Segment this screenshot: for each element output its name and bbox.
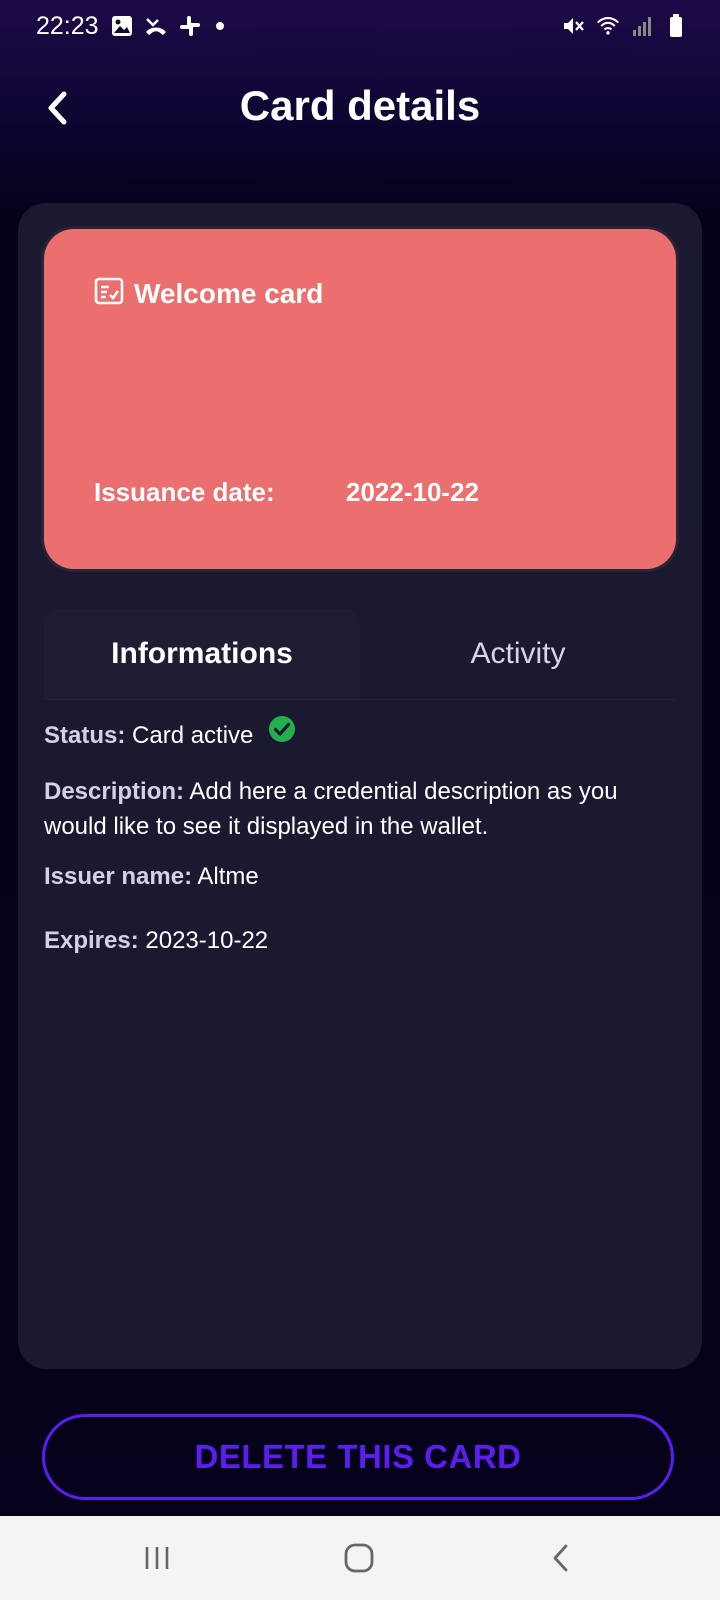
issuance-date-label: Issuance date: [94, 477, 275, 507]
page-title: Card details [239, 82, 481, 129]
system-back-button[interactable] [536, 1538, 586, 1578]
back-icon [553, 1544, 568, 1572]
battery-icon [664, 14, 688, 38]
expires-value: 2023-10-22 [145, 927, 269, 954]
issuance-date-value: 2022-10-22 [346, 477, 479, 507]
wifi-icon [596, 14, 620, 38]
expires-row: Expires: 2023-10-22 [44, 923, 664, 958]
status-bar: 22:23 [0, 0, 720, 52]
card-details-panel: Welcome card Issuance date: 2022-10-22 I… [18, 203, 702, 1369]
description-row: Description: Add here a credential descr… [44, 774, 664, 844]
status-row: Status: Card active [44, 715, 664, 753]
notification-dot [216, 22, 224, 30]
home-icon [344, 1543, 374, 1573]
image-icon [110, 14, 134, 38]
description-label: Description: [44, 778, 185, 805]
status-label: Status: [44, 722, 126, 749]
app-bar: Card details [0, 70, 720, 140]
home-button[interactable] [334, 1538, 384, 1578]
status-value: Card active [132, 722, 254, 749]
card-header: Welcome card [94, 277, 323, 310]
signal-icon [630, 14, 654, 38]
credential-card[interactable]: Welcome card Issuance date: 2022-10-22 [44, 229, 676, 569]
recent-apps-button[interactable] [132, 1538, 182, 1578]
card-title: Welcome card [134, 277, 324, 309]
mute-icon [562, 14, 586, 38]
tab-informations[interactable]: Informations [44, 609, 360, 699]
check-circle-icon [268, 715, 296, 753]
missed-call-icon [144, 14, 168, 38]
system-nav-bar [0, 1516, 720, 1600]
status-time: 22:23 [36, 12, 99, 40]
tab-activity[interactable]: Activity [360, 609, 676, 699]
expires-label: Expires: [44, 927, 139, 954]
tab-bar: Informations Activity [44, 609, 676, 700]
issuer-label: Issuer name: [44, 863, 193, 890]
delete-card-button[interactable]: DELETE THIS CARD [42, 1414, 674, 1500]
recent-apps-icon [145, 1547, 169, 1569]
issuer-row: Issuer name: Altme [44, 859, 664, 894]
credential-card-icon [94, 277, 124, 310]
issuer-value: Altme [197, 863, 259, 890]
slack-icon [178, 14, 202, 38]
